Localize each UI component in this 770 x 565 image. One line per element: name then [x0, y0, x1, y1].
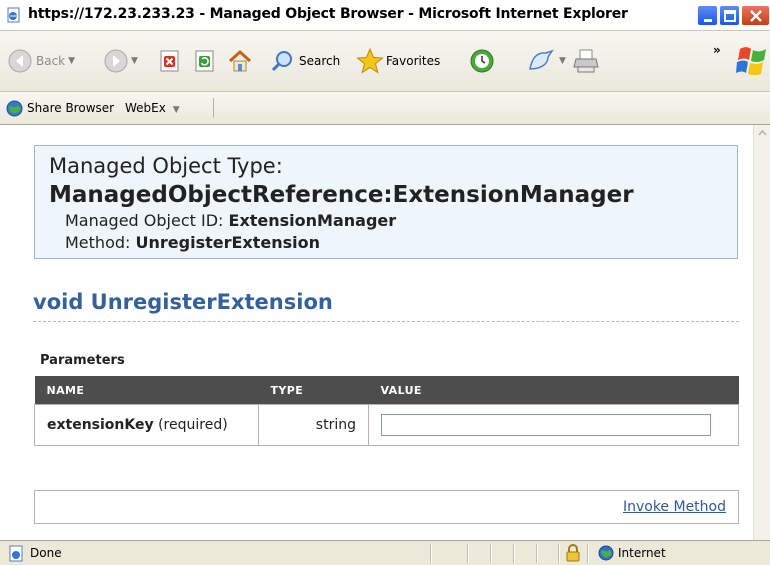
favorites-label: Favorites [386, 54, 441, 68]
invoke-method-link[interactable]: Invoke Method [623, 499, 726, 515]
forward-arrow-icon [104, 49, 128, 73]
security-zone-label: Internet [618, 546, 666, 560]
printer-icon [573, 49, 599, 73]
status-divider [587, 544, 589, 563]
toolbar-overflow-button[interactable]: » [713, 43, 721, 57]
title-bar: https://172.23.233.23 - Managed Object B… [0, 0, 770, 31]
standard-toolbar: Back ▼ ▼ Search Favorites ▼ » [0, 31, 770, 92]
object-info-panel: Managed Object Type: ManagedObjectRefere… [34, 145, 738, 259]
back-arrow-icon [8, 49, 32, 73]
forward-dropdown-icon[interactable]: ▼ [131, 56, 138, 66]
table-row: extensionKey (required) string [34, 404, 739, 446]
object-id-line: Managed Object ID: ExtensionManager [65, 211, 396, 230]
page-content: Managed Object Type: ManagedObjectRefere… [0, 125, 770, 540]
star-icon [356, 47, 384, 74]
status-divider [558, 544, 560, 563]
object-type-value: ManagedObjectReference:ExtensionManager [49, 182, 634, 208]
print-button[interactable] [572, 47, 600, 75]
mail-button[interactable]: ▼ [526, 47, 566, 75]
vertical-scrollbar[interactable] [753, 125, 770, 540]
maximize-button[interactable] [719, 5, 740, 26]
refresh-button[interactable] [193, 49, 217, 73]
windows-logo-icon [736, 47, 766, 76]
home-icon [228, 49, 252, 72]
back-label: Back [36, 54, 66, 68]
maximize-icon [724, 10, 736, 22]
invoke-panel: Invoke Method [34, 490, 739, 524]
webex-label: WebEx [125, 101, 166, 115]
param-type: string [258, 404, 369, 446]
minimize-button[interactable] [697, 5, 718, 26]
object-id-value: ExtensionManager [228, 211, 397, 230]
method-value: UnregisterExtension [135, 233, 321, 252]
search-icon [271, 51, 292, 72]
favorites-button[interactable]: Favorites [356, 47, 440, 75]
mail-dropdown-icon[interactable]: ▼ [559, 56, 566, 66]
close-icon [750, 10, 762, 22]
forward-button[interactable]: ▼ [104, 49, 138, 73]
mail-icon [529, 49, 554, 70]
back-button[interactable]: Back ▼ [8, 49, 75, 73]
close-button[interactable] [741, 5, 770, 26]
webex-menu[interactable]: WebEx ▼ [125, 101, 180, 115]
column-header-name: NAME [34, 376, 259, 405]
search-label: Search [299, 54, 341, 68]
column-header-type: TYPE [258, 376, 369, 405]
column-header-value: VALUE [368, 376, 739, 405]
param-name: extensionKey [47, 417, 154, 433]
status-divider [536, 544, 538, 563]
method-signature: void UnregisterExtension [33, 290, 333, 314]
parameters-table: NAME TYPE VALUE extensionKey (required) … [34, 376, 739, 446]
internet-globe-icon [598, 545, 614, 561]
stop-button[interactable] [158, 49, 182, 73]
share-browser-globe-icon [6, 100, 23, 117]
object-id-label: Managed Object ID: [65, 211, 224, 230]
left-border [0, 125, 2, 540]
share-browser-link[interactable]: Share Browser [27, 101, 114, 115]
status-divider [467, 544, 469, 563]
status-text: Done [30, 546, 62, 560]
history-icon [470, 49, 494, 73]
search-button[interactable]: Search [270, 49, 340, 73]
status-divider [490, 544, 492, 563]
minimize-icon [704, 19, 712, 22]
history-button[interactable] [468, 47, 496, 75]
back-dropdown-icon[interactable]: ▼ [68, 56, 75, 66]
stop-icon [160, 50, 179, 72]
param-qualifier: (required) [158, 417, 228, 433]
ie-window: https://172.23.233.23 - Managed Object B… [0, 0, 770, 565]
method-line: Method: UnregisterExtension [65, 233, 320, 252]
dashed-divider [33, 321, 739, 322]
extension-key-input[interactable] [381, 414, 711, 436]
param-name-cell: extensionKey (required) [34, 404, 259, 446]
links-bar-separator [213, 98, 214, 118]
scroll-up-arrow-icon[interactable] [756, 127, 769, 140]
ie-page-icon [7, 7, 20, 23]
object-type-label: Managed Object Type: [49, 154, 283, 178]
home-button[interactable] [227, 48, 253, 74]
status-divider [513, 544, 515, 563]
lock-icon[interactable] [565, 544, 581, 562]
param-value-cell [368, 404, 739, 446]
status-divider [430, 544, 432, 563]
refresh-icon [195, 50, 214, 72]
webex-dropdown-icon: ▼ [172, 105, 180, 115]
parameters-heading: Parameters [40, 353, 125, 368]
method-label: Method: [65, 233, 131, 252]
page-done-icon [9, 545, 23, 562]
links-bar: Share Browser WebEx ▼ [0, 92, 770, 125]
window-title: https://172.23.233.23 - Managed Object B… [28, 6, 628, 22]
parameters-header-row: NAME TYPE VALUE [34, 376, 739, 405]
status-bar: Done Internet [0, 540, 770, 565]
